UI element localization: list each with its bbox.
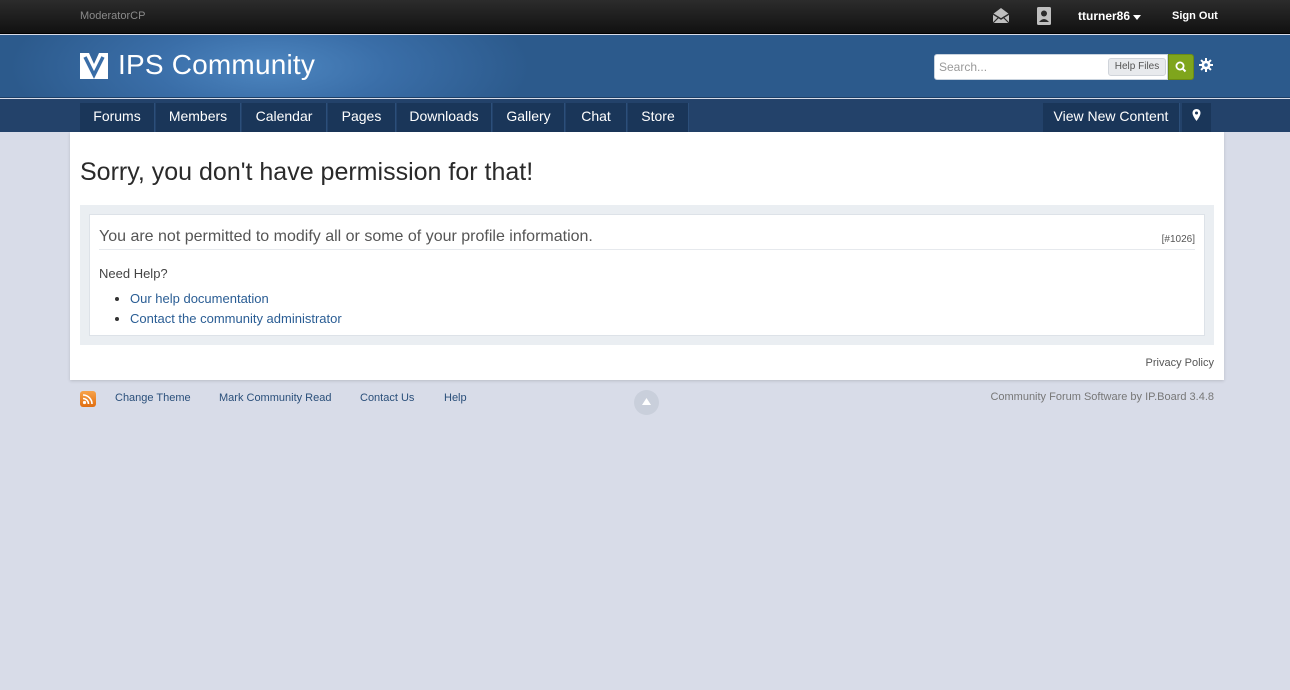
primary-nav: Forums Members Calendar Pages Downloads … xyxy=(0,99,1290,132)
tab-downloads[interactable]: Downloads xyxy=(397,103,492,132)
tab-calendar[interactable]: Calendar xyxy=(242,103,327,132)
ips-logo-icon[interactable] xyxy=(80,53,108,79)
copyright-text: Community Forum Software by IP.Board 3.4… xyxy=(990,391,1214,403)
tab-pages[interactable]: Pages xyxy=(328,103,396,132)
gear-icon[interactable] xyxy=(1198,57,1214,73)
tab-forums[interactable]: Forums xyxy=(80,103,155,132)
help-documentation-link[interactable]: Our help documentation xyxy=(130,291,269,306)
branding-header: IPS Community Help Files xyxy=(0,35,1290,98)
envelope-icon[interactable] xyxy=(991,6,1011,26)
sign-out-link[interactable]: Sign Out xyxy=(1172,10,1218,22)
list-item: Contact the community administrator xyxy=(130,311,342,326)
main-content: Sorry, you don't have permission for tha… xyxy=(70,132,1224,380)
error-panel: You are not permitted to modify all or s… xyxy=(80,205,1214,345)
view-new-content-button[interactable]: View New Content xyxy=(1043,103,1180,132)
help-link[interactable]: Help xyxy=(444,392,467,404)
contact-admin-link[interactable]: Contact the community administrator xyxy=(130,311,342,326)
contact-us-link[interactable]: Contact Us xyxy=(360,392,414,404)
page-title: Sorry, you don't have permission for tha… xyxy=(80,158,534,186)
error-box: You are not permitted to modify all or s… xyxy=(89,214,1205,336)
search-box: Help Files xyxy=(934,54,1194,80)
rss-icon[interactable] xyxy=(80,391,96,407)
search-icon xyxy=(1175,61,1187,73)
change-theme-link[interactable]: Change Theme xyxy=(115,392,191,404)
user-bar: ModeratorCP tturner86 Sign Out xyxy=(0,0,1290,34)
mark-community-read-link[interactable]: Mark Community Read xyxy=(219,392,331,404)
chevron-down-icon[interactable] xyxy=(1133,15,1141,20)
tab-gallery[interactable]: Gallery xyxy=(493,103,565,132)
error-code: [#1026] xyxy=(1161,234,1195,245)
privacy-policy-link[interactable]: Privacy Policy xyxy=(1146,357,1214,369)
map-pin-icon[interactable] xyxy=(1182,103,1211,132)
need-help-label: Need Help? xyxy=(99,266,168,281)
tab-store[interactable]: Store xyxy=(628,103,689,132)
back-to-top-icon[interactable] xyxy=(634,390,659,415)
site-name[interactable]: IPS Community xyxy=(118,49,315,81)
divider xyxy=(99,249,1195,250)
tab-members[interactable]: Members xyxy=(156,103,241,132)
moderator-cp-link[interactable]: ModeratorCP xyxy=(80,10,145,22)
help-links: Our help documentation Contact the commu… xyxy=(119,291,342,331)
error-message: You are not permitted to modify all or s… xyxy=(99,228,593,245)
search-button[interactable] xyxy=(1168,54,1194,80)
list-item: Our help documentation xyxy=(130,291,342,306)
username-menu[interactable]: tturner86 xyxy=(1078,9,1130,23)
search-scope-button[interactable]: Help Files xyxy=(1108,58,1166,76)
contact-card-icon[interactable] xyxy=(1034,6,1054,26)
tab-chat[interactable]: Chat xyxy=(566,103,627,132)
